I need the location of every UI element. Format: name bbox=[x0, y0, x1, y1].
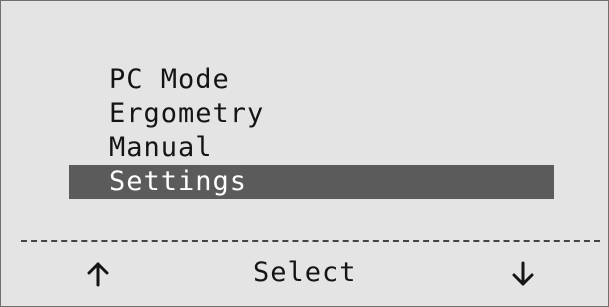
select-button[interactable]: Select bbox=[253, 253, 357, 293]
scroll-down-button[interactable] bbox=[512, 253, 534, 293]
menu-item-label: Manual bbox=[109, 132, 213, 163]
menu-item-manual[interactable]: Manual bbox=[69, 131, 554, 165]
main-menu: PC Mode Ergometry Manual Settings bbox=[69, 63, 554, 199]
menu-item-settings[interactable]: Settings bbox=[69, 165, 554, 199]
arrow-up-icon bbox=[87, 262, 109, 287]
menu-item-label: PC Mode bbox=[109, 64, 230, 95]
menu-item-pc-mode[interactable]: PC Mode bbox=[69, 63, 554, 97]
dashed-divider bbox=[21, 240, 600, 242]
menu-item-label: Settings bbox=[109, 166, 248, 197]
select-button-label: Select bbox=[253, 257, 357, 288]
scroll-up-button[interactable] bbox=[87, 253, 109, 293]
device-screen: PC Mode Ergometry Manual Settings Select bbox=[0, 0, 609, 307]
menu-item-ergometry[interactable]: Ergometry bbox=[69, 97, 554, 131]
softkey-bar: Select bbox=[1, 253, 608, 293]
arrow-down-icon bbox=[512, 261, 534, 286]
menu-item-label: Ergometry bbox=[109, 98, 265, 129]
